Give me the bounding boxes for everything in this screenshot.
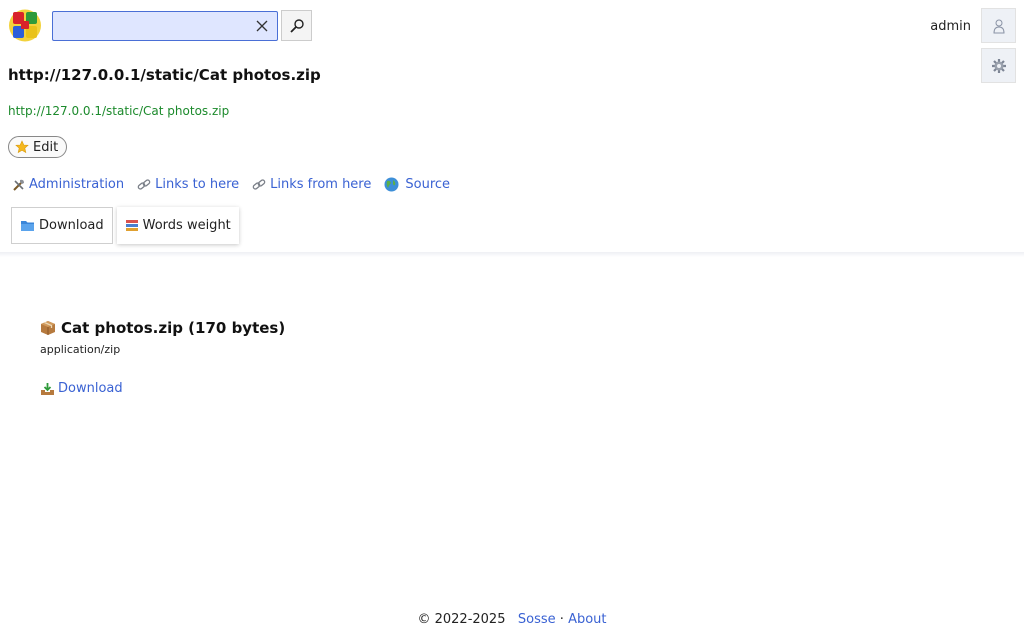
page-title: http://127.0.0.1/static/Cat photos.zip bbox=[8, 66, 321, 84]
document-nav: Administration Links to here Links from … bbox=[12, 177, 463, 192]
edit-button[interactable]: Edit bbox=[8, 136, 68, 158]
links-from-here-label: Links from here bbox=[270, 177, 372, 192]
clear-search-button[interactable] bbox=[253, 17, 271, 35]
search-box bbox=[52, 11, 278, 41]
gear-icon bbox=[992, 59, 1006, 73]
download-link[interactable]: Download bbox=[40, 381, 123, 396]
links-from-here-link[interactable]: Links from here bbox=[252, 177, 371, 192]
books-icon bbox=[125, 219, 138, 231]
footer: © 2022-2025 Sosse · About bbox=[0, 612, 1024, 627]
close-icon bbox=[256, 20, 268, 32]
mime-type: application/zip bbox=[40, 343, 121, 356]
document-url-link[interactable]: http://127.0.0.1/static/Cat photos.zip bbox=[8, 104, 229, 118]
folder-icon bbox=[21, 221, 34, 231]
globe-icon bbox=[384, 177, 399, 192]
administration-label: Administration bbox=[29, 177, 125, 192]
star-icon bbox=[15, 140, 29, 154]
download-label: Download bbox=[58, 381, 123, 396]
source-link[interactable]: Source bbox=[384, 177, 450, 192]
file-heading: Cat photos.zip (170 bytes) bbox=[40, 319, 285, 337]
settings-button[interactable] bbox=[981, 48, 1016, 83]
edit-label: Edit bbox=[33, 139, 59, 155]
tab-download[interactable]: Download bbox=[11, 207, 113, 244]
magnifier-icon bbox=[290, 19, 304, 33]
document-tabs: Download Words weight bbox=[11, 207, 239, 244]
file-title: Cat photos.zip (170 bytes) bbox=[61, 319, 286, 337]
user-menu-button[interactable] bbox=[981, 8, 1016, 43]
link-icon bbox=[252, 178, 267, 192]
download-tray-icon bbox=[41, 382, 54, 395]
user-icon bbox=[993, 19, 1005, 34]
links-to-here-link[interactable]: Links to here bbox=[137, 177, 239, 192]
tab-words-weight[interactable]: Words weight bbox=[116, 207, 239, 244]
tab-words-weight-label: Words weight bbox=[142, 218, 231, 233]
copyright-text: © 2022-2025 bbox=[417, 612, 506, 627]
search-input[interactable] bbox=[53, 12, 243, 40]
sosse-link[interactable]: Sosse bbox=[518, 612, 556, 627]
header-divider bbox=[0, 252, 1024, 257]
tools-icon bbox=[12, 178, 26, 192]
username-label: admin bbox=[930, 19, 971, 34]
about-link[interactable]: About bbox=[568, 612, 606, 627]
link-icon bbox=[137, 178, 152, 192]
source-label: Source bbox=[405, 177, 451, 192]
links-to-here-label: Links to here bbox=[155, 177, 240, 192]
sosse-logo-icon bbox=[9, 9, 41, 42]
administration-link[interactable]: Administration bbox=[12, 177, 124, 192]
search-button[interactable] bbox=[281, 10, 312, 41]
package-icon bbox=[41, 321, 55, 335]
app-logo[interactable] bbox=[8, 9, 42, 42]
tab-download-label: Download bbox=[39, 218, 104, 233]
footer-separator: · bbox=[559, 612, 564, 627]
